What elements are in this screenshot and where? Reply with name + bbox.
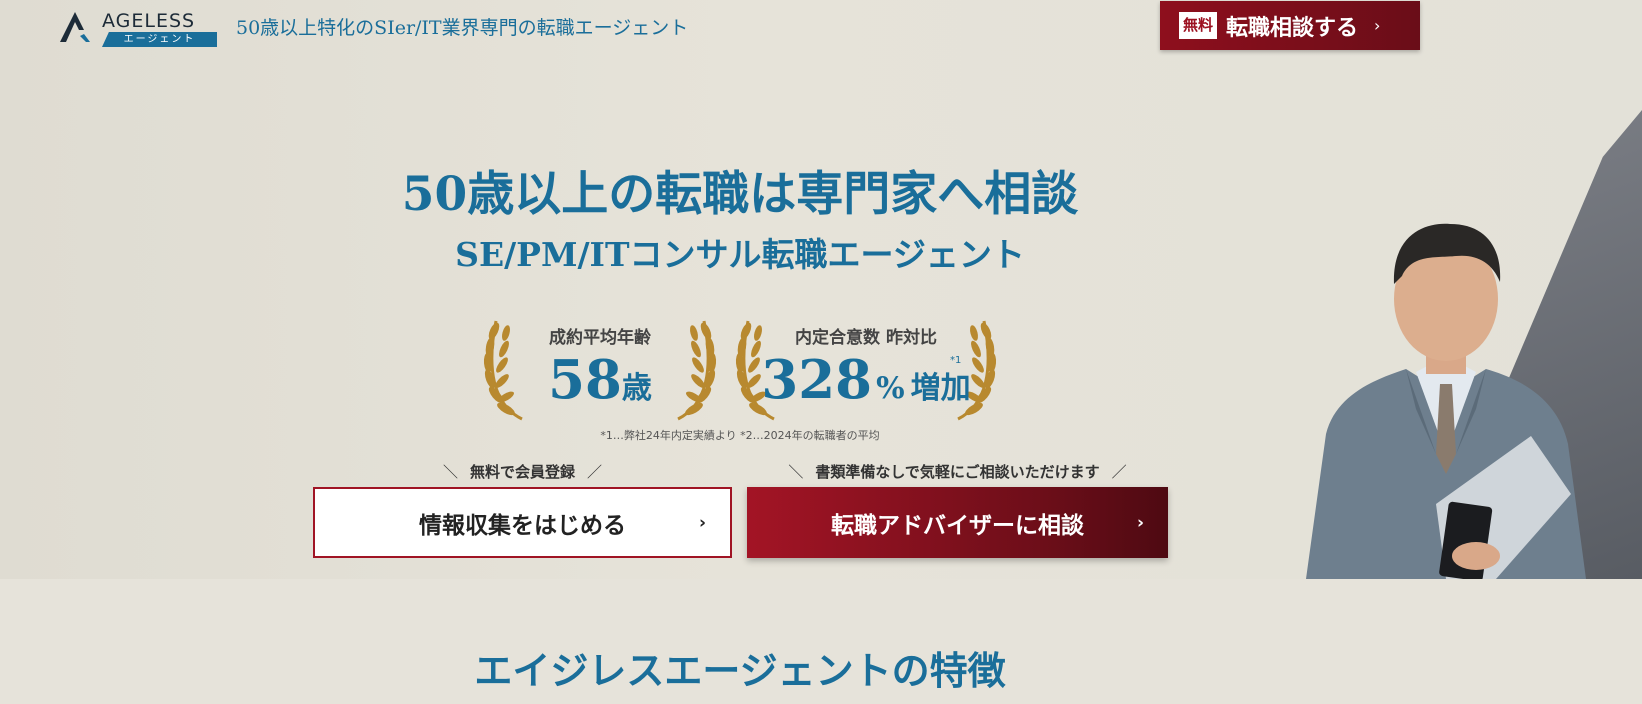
cta-left-caption: ＼ 無料で会員登録 ／ — [313, 461, 732, 482]
award-note-mark: *1 — [950, 355, 962, 366]
award-unit: 歳 — [621, 371, 652, 406]
caption-slash-left: ＼ — [788, 463, 804, 481]
consult-advisor-button[interactable]: 転職アドバイザーに相談 › — [747, 487, 1168, 558]
award-value: 58歳 — [480, 349, 720, 411]
ageless-logo-icon — [60, 12, 90, 42]
caption-slash-right: ／ — [1111, 463, 1127, 481]
logo-wordmark: AGELESS — [102, 10, 196, 32]
consultant-photo — [1306, 223, 1586, 579]
chevron-right-icon: › — [1136, 512, 1144, 533]
header-consult-label: 転職相談する — [1226, 14, 1359, 41]
caption-slash-right: ／ — [587, 463, 603, 481]
start-info-gathering-label: 情報収集をはじめる — [419, 511, 626, 539]
header-consult-button[interactable]: 無料 転職相談する › — [1160, 1, 1420, 50]
free-badge: 無料 — [1179, 12, 1218, 39]
hero-headline: 50歳以上の転職は専門家へ相談 — [401, 167, 1079, 222]
ageless-logo[interactable]: AGELESS エージェント — [58, 8, 223, 47]
logo-subtext: エージェント — [102, 32, 217, 47]
award-number: 328 — [761, 349, 873, 411]
award-label: 成約平均年齢 — [549, 328, 651, 348]
award-suffix: 増加 — [910, 371, 971, 406]
caption-slash-left: ＼ — [442, 463, 458, 481]
cta-right-caption: ＼ 書類準備なしで気軽にご相談いただけます ／ — [747, 461, 1168, 482]
site-tagline: 50歳以上特化のSIer/IT業界専門の転職エージェント — [236, 17, 689, 39]
hero-footnote: *1…弊社24年内定実績より *2…2024年の転職者の平均 — [600, 429, 880, 442]
award-number: 58 — [548, 349, 622, 411]
cta-left-caption-text: 無料で会員登録 — [469, 463, 575, 481]
award-label: 内定合意数 昨対比 — [795, 328, 937, 348]
award-offer-growth: 内定合意数 昨対比 328% 増加 *1 — [732, 309, 1000, 427]
hero-subheadline: SE/PM/ITコンサル転職エージェント — [455, 235, 1025, 274]
chevron-right-icon: › — [1374, 16, 1381, 35]
chevron-right-icon: › — [698, 512, 706, 533]
hero-section: AGELESS エージェント 50歳以上特化のSIer/IT業界専門の転職エージ… — [0, 0, 1642, 579]
start-info-gathering-button[interactable]: 情報収集をはじめる › — [313, 487, 732, 558]
consult-advisor-label: 転職アドバイザーに相談 — [831, 511, 1084, 539]
award-unit: % — [876, 371, 905, 406]
cta-right-caption-text: 書類準備なしで気軽にご相談いただけます — [815, 463, 1100, 481]
site-header: AGELESS エージェント 50歳以上特化のSIer/IT業界専門の転職エージ… — [0, 0, 1642, 52]
features-section-title: エイジレスエージェントの特徴 — [474, 648, 1006, 693]
award-average-age: 成約平均年齢 58歳 — [480, 309, 720, 427]
